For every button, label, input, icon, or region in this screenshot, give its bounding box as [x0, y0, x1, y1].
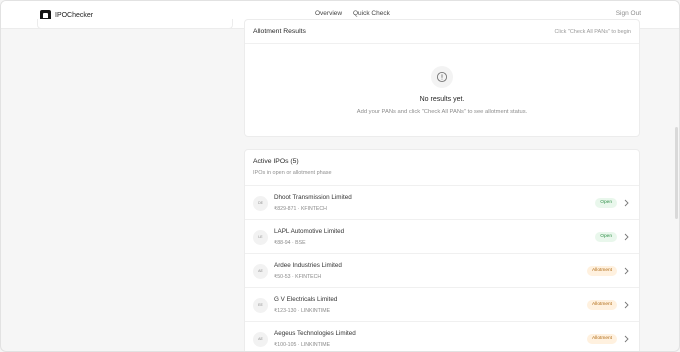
ipo-avatar: AE: [253, 332, 268, 347]
scroll-thumb[interactable]: [675, 127, 678, 219]
ipo-avatar: EE: [253, 298, 268, 313]
results-title: Allotment Results: [253, 28, 306, 35]
ipo-name: Aegeus Technologies Limited: [274, 330, 356, 337]
ipo-meta: ₹50-53 · KFINTECH: [274, 274, 322, 280]
app-window: IPOChecker Overview Quick Check Sign Out…: [0, 0, 680, 352]
ipo-avatar: DE: [253, 196, 268, 211]
nav-quick-check[interactable]: Quick Check: [353, 10, 390, 17]
sign-out-button[interactable]: Sign Out: [616, 10, 641, 17]
ipo-meta: ₹100-105 · LINKINTIME: [274, 342, 331, 348]
ipo-row[interactable]: LE LAPL Automotive Limited ₹88-94 · BSE …: [245, 219, 639, 253]
ipo-row[interactable]: AE Ardee Industries Limited ₹50-53 · KFI…: [245, 253, 639, 287]
ipo-name: Dhoot Transmission Limited: [274, 194, 352, 201]
ipo-meta: ₹88-94 · BSE: [274, 240, 306, 246]
empty-state-subtitle: Add your PANs and click "Check All PANs"…: [356, 109, 528, 115]
ipo-name: Ardee Industries Limited: [274, 262, 342, 269]
results-hint: Click "Check All PANs" to begin: [554, 29, 631, 35]
ipo-meta: ₹829-871 · KFINTECH: [274, 206, 327, 212]
page-scrollbar[interactable]: [674, 29, 678, 351]
active-ipos-card: Active IPOs (5) IPOs in open or allotmen…: [244, 149, 640, 351]
ipo-name: G V Electricals Limited: [274, 296, 338, 303]
ipo-avatar: AE: [253, 264, 268, 279]
ipo-list: DE Dhoot Transmission Limited ₹829-871 ·…: [245, 185, 639, 351]
ipo-meta: ₹123-130 · LINKINTIME: [274, 308, 331, 314]
chevron-right-icon: [624, 267, 629, 275]
ipo-name: LAPL Automotive Limited: [274, 228, 345, 235]
ipo-row[interactable]: EE G V Electricals Limited ₹123-130 · LI…: [245, 287, 639, 321]
empty-state-title: No results yet.: [419, 96, 465, 103]
results-header: Allotment Results Click "Check All PANs"…: [245, 20, 639, 44]
chevron-right-icon: [624, 199, 629, 207]
status-badge: Allotment: [587, 266, 617, 276]
chevron-right-icon: [624, 335, 629, 343]
ipo-avatar: LE: [253, 230, 268, 245]
sidebar-card: [37, 19, 233, 29]
ipo-row[interactable]: AE Aegeus Technologies Limited ₹100-105 …: [245, 321, 639, 351]
brand-name: IPOChecker: [55, 11, 94, 19]
alert-circle-icon: [431, 66, 453, 88]
allotment-results-card: Allotment Results Click "Check All PANs"…: [244, 19, 640, 137]
active-ipos-subtitle: IPOs in open or allotment phase: [253, 170, 332, 176]
status-badge: Allotment: [587, 300, 617, 310]
status-badge: Allotment: [587, 334, 617, 344]
ipo-row[interactable]: DE Dhoot Transmission Limited ₹829-871 ·…: [245, 185, 639, 219]
status-badge: Open: [595, 232, 617, 242]
chevron-right-icon: [624, 233, 629, 241]
nav-overview[interactable]: Overview: [315, 10, 342, 17]
active-ipos-title: Active IPOs (5): [253, 158, 299, 165]
status-badge: Open: [595, 198, 617, 208]
chevron-right-icon: [624, 301, 629, 309]
